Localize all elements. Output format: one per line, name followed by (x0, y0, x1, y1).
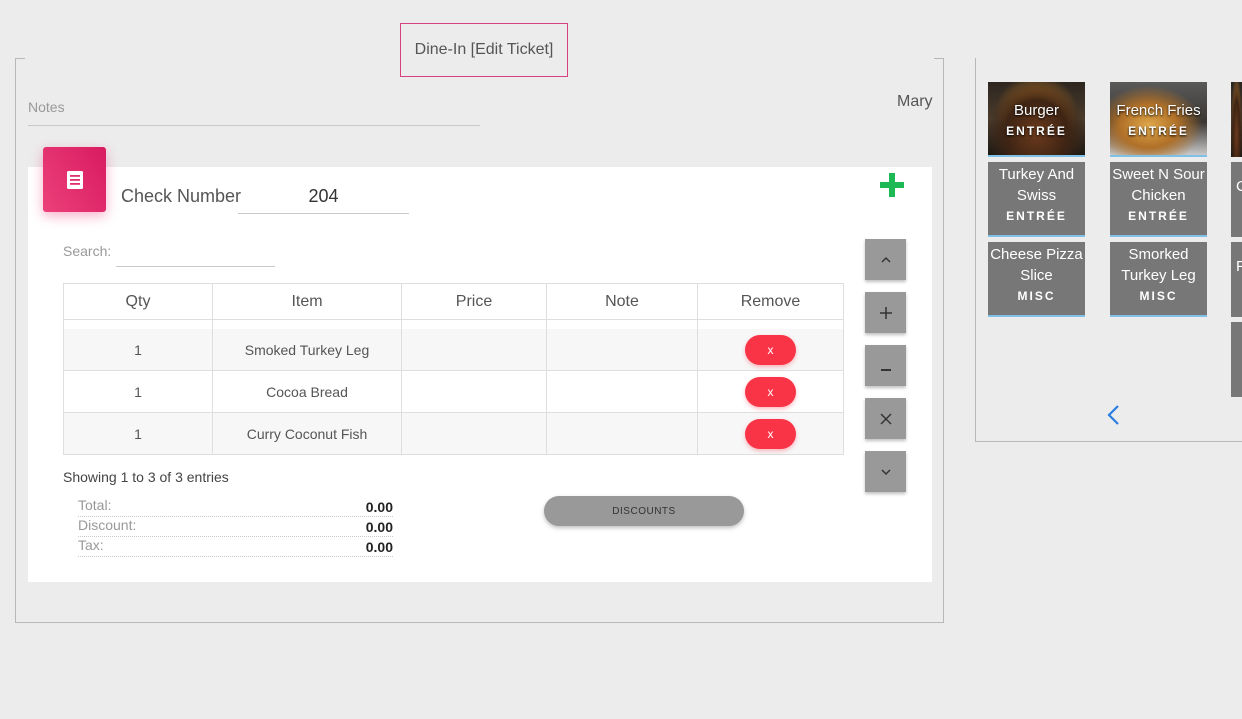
remove-button[interactable]: x (745, 418, 796, 449)
column-header-qty[interactable]: Qty (63, 283, 213, 320)
total-value: 0.00 (365, 499, 393, 515)
menu-tile-category: ENTRÉE (1006, 209, 1067, 223)
menu-tile-name: Cheese Pizza Slice (990, 246, 1083, 284)
chevron-up-icon (880, 256, 891, 263)
discount-label: Discount: (78, 517, 137, 533)
remove-button[interactable]: x (745, 376, 796, 407)
menu-tile-cheese-pizza-slice[interactable]: Cheese Pizza Slice MISC (988, 242, 1085, 317)
items-table: Qty Item Price Note Remove 1 Smoked Turk… (63, 283, 844, 455)
notes-field[interactable] (28, 125, 480, 126)
menu-tile-category: ENTRÉE (1128, 209, 1189, 223)
item-cell: Curry Coconut Fish (212, 412, 402, 455)
menu-tile-partial-letter: C (1236, 178, 1242, 195)
remove-button[interactable]: x (745, 334, 796, 365)
note-cell (546, 412, 698, 455)
remove-cell: x (697, 412, 844, 455)
search-input[interactable] (116, 244, 275, 267)
increase-qty-button[interactable] (865, 292, 906, 333)
plus-icon (880, 173, 904, 197)
qty-cell: 1 (63, 370, 213, 413)
decrease-qty-button[interactable] (865, 345, 906, 386)
notes-label[interactable]: Notes (28, 99, 65, 115)
menu-tile-partial[interactable] (1231, 322, 1242, 397)
table-row[interactable]: 1 Smoked Turkey Leg x (63, 329, 844, 371)
chevron-down-icon (880, 468, 891, 475)
tax-label: Tax: (78, 537, 104, 553)
menu-tile-category: MISC (1017, 289, 1056, 303)
table-row[interactable]: 1 Cocoa Bread x (63, 370, 844, 413)
scroll-up-button[interactable] (865, 239, 906, 280)
user-name: Mary (897, 93, 933, 110)
discount-value: 0.00 (365, 519, 393, 535)
search-label: Search: (63, 243, 112, 259)
menu-tile-turkey-and-swiss[interactable]: Turkey And Swiss ENTRÉE (988, 162, 1085, 237)
discounts-button[interactable]: DISCOUNTS (544, 496, 744, 526)
tax-value: 0.00 (365, 539, 393, 555)
minus-icon (880, 368, 891, 371)
menu-tile-partial-letter: F (1236, 258, 1242, 275)
total-label: Total: (78, 497, 112, 513)
total-row: Total: 0.00 (78, 497, 393, 517)
column-header-item[interactable]: Item (212, 283, 402, 320)
note-cell (546, 370, 698, 413)
column-header-note[interactable]: Note (546, 283, 698, 320)
remove-cell: x (697, 370, 844, 413)
menu-tile-name: Turkey And Swiss (998, 166, 1075, 204)
scroll-down-button[interactable] (865, 451, 906, 492)
add-item-button[interactable] (876, 170, 908, 200)
tax-row: Tax: 0.00 (78, 537, 393, 557)
column-header-remove[interactable]: Remove (697, 283, 844, 320)
menu-tile-name: French Fries (1116, 101, 1201, 119)
menu-tile-name: Sweet N Sour Chicken (1112, 166, 1205, 204)
menu-tile-name: Burger (1013, 101, 1060, 119)
plus-icon (879, 306, 892, 319)
previous-page-button[interactable] (1103, 403, 1125, 427)
item-cell: Cocoa Bread (212, 370, 402, 413)
qty-cell: 1 (63, 329, 213, 371)
frame-border (15, 58, 25, 59)
price-cell (401, 329, 547, 371)
menu-tile-partial[interactable]: F (1231, 242, 1242, 317)
chevron-left-icon (1107, 405, 1119, 425)
price-cell (401, 412, 547, 455)
check-number-field[interactable]: 204 (238, 186, 409, 207)
frame-border (934, 58, 944, 59)
menu-tile-category: MISC (1139, 289, 1178, 303)
check-number-label: Check Number (121, 186, 242, 206)
menu-tile-category: ENTRÉE (1006, 123, 1067, 138)
menu-tile-partial[interactable] (1231, 82, 1242, 157)
receipt-icon (43, 147, 106, 212)
menu-tile-category: ENTRÉE (1128, 123, 1189, 138)
discount-row: Discount: 0.00 (78, 517, 393, 537)
menu-tile-burger[interactable]: Burger ENTRÉE (988, 82, 1085, 157)
check-number-underline (238, 213, 409, 214)
panel-title: Dine-In [Edit Ticket] (400, 23, 568, 77)
price-cell (401, 370, 547, 413)
close-icon (879, 412, 892, 425)
menu-tile-partial[interactable]: C (1231, 162, 1242, 237)
qty-cell: 1 (63, 412, 213, 455)
menu-tile-sweet-n-sour-chicken[interactable]: Sweet N Sour Chicken ENTRÉE (1110, 162, 1207, 237)
table-row[interactable]: 1 Curry Coconut Fish x (63, 412, 844, 455)
menu-tile-french-fries[interactable]: French Fries ENTRÉE (1110, 82, 1207, 157)
note-cell (546, 329, 698, 371)
item-cell: Smoked Turkey Leg (212, 329, 402, 371)
menu-tile-name: Smorked Turkey Leg (1121, 246, 1196, 284)
column-header-price[interactable]: Price (401, 283, 547, 320)
delete-item-button[interactable] (865, 398, 906, 439)
menu-tile-smorked-turkey-leg[interactable]: Smorked Turkey Leg MISC (1110, 242, 1207, 317)
remove-cell: x (697, 329, 844, 371)
entries-info: Showing 1 to 3 of 3 entries (63, 469, 229, 485)
